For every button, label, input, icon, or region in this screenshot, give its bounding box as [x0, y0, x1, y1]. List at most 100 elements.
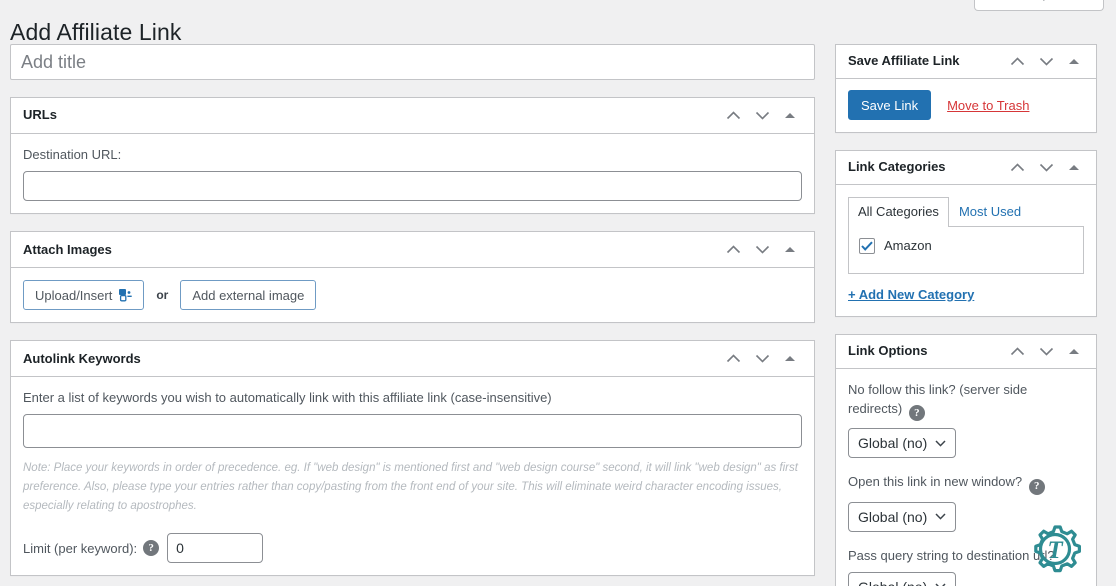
toggle-panel-icon[interactable]: [778, 346, 802, 372]
add-external-image-button[interactable]: Add external image: [180, 280, 316, 310]
option-new-window: Open this link in new window? ? Global (…: [848, 472, 1084, 532]
metabox-save-body: Save Link Move to Trash: [836, 79, 1096, 132]
metabox-link-options-header[interactable]: Link Options: [836, 335, 1096, 369]
move-down-icon[interactable]: [1033, 338, 1059, 364]
move-down-icon[interactable]: [749, 103, 775, 129]
destination-url-label: Destination URL:: [23, 146, 802, 164]
category-item-label: Amazon: [884, 238, 932, 253]
autolink-instruction: Enter a list of keywords you wish to aut…: [23, 389, 802, 407]
metabox-link-options-title: Link Options: [848, 342, 927, 360]
metabox-urls-header[interactable]: URLs: [11, 98, 814, 134]
upload-insert-button[interactable]: Upload/Insert: [23, 280, 144, 310]
toggle-panel-icon[interactable]: [778, 103, 802, 129]
metabox-autolink-title: Autolink Keywords: [23, 350, 141, 368]
move-down-icon[interactable]: [749, 237, 775, 263]
metabox-urls-title: URLs: [23, 106, 57, 124]
save-actions-row: Save Link Move to Trash: [848, 90, 1084, 120]
destination-url-input[interactable]: [23, 171, 802, 201]
screen-options-label: Screen Options: [987, 0, 1077, 1]
metabox-autolink-keywords: Autolink Keywords Enter a list of keywor…: [10, 340, 815, 576]
move-down-icon[interactable]: [749, 346, 775, 372]
add-new-category-link[interactable]: + Add New Category: [848, 287, 974, 302]
help-icon[interactable]: ?: [909, 405, 925, 421]
metabox-urls-controls: [720, 103, 802, 129]
metabox-link-options: Link Options No follow this link? (serve…: [835, 334, 1097, 586]
option-no-follow-label: No follow this link? (server side redire…: [848, 382, 1027, 416]
add-external-image-label: Add external image: [192, 289, 304, 302]
attach-images-button-row: Upload/Insert or Add external im: [23, 280, 802, 310]
option-no-follow-value: Global (no): [858, 436, 927, 450]
media-icon: [119, 289, 132, 302]
autolink-limit-label: Limit (per keyword):: [23, 541, 137, 556]
autolink-limit-row: Limit (per keyword): ?: [23, 533, 802, 563]
move-up-icon[interactable]: [720, 346, 746, 372]
chevron-down-icon: [935, 513, 946, 520]
save-link-button[interactable]: Save Link: [848, 90, 931, 120]
option-new-window-select[interactable]: Global (no): [848, 502, 956, 532]
option-pass-query-select[interactable]: Global (no): [848, 572, 956, 586]
metabox-attach-images-title: Attach Images: [23, 241, 112, 259]
tab-all-categories[interactable]: All Categories: [848, 197, 949, 227]
metabox-link-options-controls: [1004, 338, 1086, 364]
metabox-categories-header[interactable]: Link Categories: [836, 151, 1096, 185]
page-title: Add Affiliate Link: [10, 17, 181, 47]
metabox-attach-images: Attach Images Upload/Insert: [10, 231, 815, 323]
category-item-amazon[interactable]: Amazon: [859, 238, 1073, 254]
option-new-window-value: Global (no): [858, 510, 927, 524]
move-to-trash-link[interactable]: Move to Trash: [947, 98, 1029, 113]
toggle-panel-icon[interactable]: [1062, 155, 1086, 181]
autolink-keywords-input[interactable]: [23, 414, 802, 448]
metabox-urls: URLs Destination URL:: [10, 97, 815, 214]
metabox-urls-body: Destination URL:: [11, 134, 814, 213]
option-pass-query-string: Pass query string to destination url? Gl…: [848, 546, 1084, 586]
autolink-note: Note: Place your keywords in order of pr…: [23, 459, 802, 516]
move-up-icon[interactable]: [720, 103, 746, 129]
option-new-window-label: Open this link in new window?: [848, 474, 1022, 489]
metabox-link-options-body: No follow this link? (server side redire…: [836, 369, 1096, 586]
metabox-save-header[interactable]: Save Affiliate Link: [836, 45, 1096, 79]
metabox-attach-images-body: Upload/Insert or Add external im: [11, 268, 814, 322]
move-down-icon[interactable]: [1033, 49, 1059, 75]
move-up-icon[interactable]: [720, 237, 746, 263]
screen-options-button[interactable]: Screen Options▼: [974, 0, 1104, 11]
help-icon[interactable]: ?: [1029, 479, 1045, 495]
move-up-icon[interactable]: [1004, 49, 1030, 75]
help-icon[interactable]: ?: [143, 540, 159, 556]
wordpress-admin-screen: Screen Options▼ Add Affiliate Link URLs …: [0, 0, 1116, 586]
option-pass-query-label-wrap: Pass query string to destination url?: [848, 546, 1084, 565]
move-up-icon[interactable]: [1004, 155, 1030, 181]
option-no-follow: No follow this link? (server side redire…: [848, 380, 1084, 459]
move-up-icon[interactable]: [1004, 338, 1030, 364]
tab-most-used[interactable]: Most Used: [949, 197, 1031, 227]
toggle-panel-icon[interactable]: [778, 237, 802, 263]
metabox-link-categories: Link Categories All Categories Most Used: [835, 150, 1097, 317]
metabox-autolink-controls: [720, 346, 802, 372]
toggle-panel-icon[interactable]: [1062, 49, 1086, 75]
sidebar-column: Save Affiliate Link Save Link Move to Tr…: [835, 44, 1097, 586]
metabox-save-controls: [1004, 49, 1086, 75]
category-tabs: All Categories Most Used: [848, 196, 1084, 226]
option-no-follow-label-wrap: No follow this link? (server side redire…: [848, 380, 1084, 422]
or-label: or: [156, 288, 168, 302]
checkbox-checked-icon[interactable]: [859, 238, 875, 254]
metabox-attach-images-header[interactable]: Attach Images: [11, 232, 814, 268]
metabox-autolink-body: Enter a list of keywords you wish to aut…: [11, 377, 814, 575]
post-title-input[interactable]: [10, 44, 815, 80]
autolink-limit-label-wrap: Limit (per keyword): ?: [23, 540, 159, 556]
option-no-follow-select[interactable]: Global (no): [848, 428, 956, 458]
metabox-categories-controls: [1004, 155, 1086, 181]
upload-insert-label: Upload/Insert: [35, 289, 112, 302]
metabox-categories-title: Link Categories: [848, 158, 946, 176]
option-pass-query-value: Global (no): [858, 580, 927, 586]
toggle-panel-icon[interactable]: [1062, 338, 1086, 364]
metabox-save-title: Save Affiliate Link: [848, 52, 960, 70]
autolink-limit-input[interactable]: [167, 533, 263, 563]
metabox-categories-body: All Categories Most Used Amazon + Add Ne…: [836, 185, 1096, 316]
category-list: Amazon: [848, 226, 1084, 274]
metabox-attach-images-controls: [720, 237, 802, 263]
move-down-icon[interactable]: [1033, 155, 1059, 181]
main-column: URLs Destination URL: Attach Images: [10, 44, 815, 586]
chevron-down-icon: [935, 440, 946, 447]
metabox-autolink-header[interactable]: Autolink Keywords: [11, 341, 814, 377]
option-pass-query-label: Pass query string to destination url?: [848, 548, 1055, 563]
